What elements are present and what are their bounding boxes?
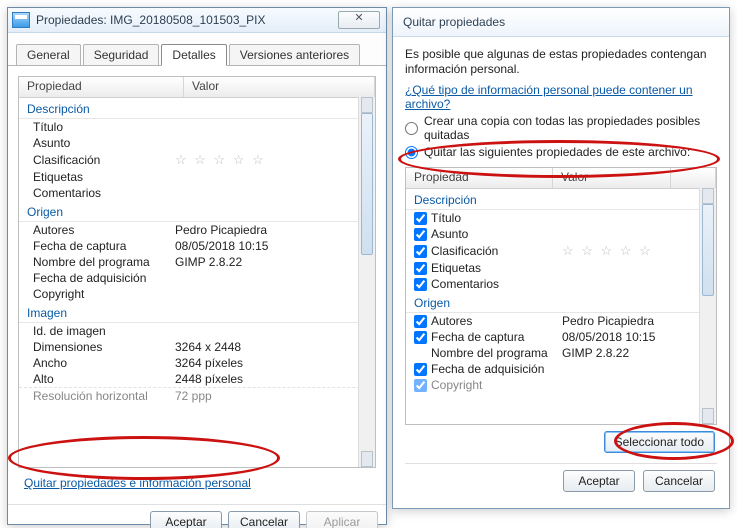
row-copyright[interactable]: Copyright (406, 377, 716, 393)
checkbox-authors[interactable] (414, 315, 427, 328)
checkbox-comments[interactable] (414, 278, 427, 291)
scroll-thumb[interactable] (702, 204, 714, 296)
remove-list: Propiedad Valor Descripción Título Asunt… (405, 167, 717, 425)
row-program-name[interactable]: Nombre del programaGIMP 2.8.22 (406, 345, 716, 361)
checkbox-tags[interactable] (414, 262, 427, 275)
col-header-extra[interactable] (671, 168, 716, 188)
row-comments[interactable]: Comentarios (406, 276, 716, 292)
row-height[interactable]: Alto2448 píxeles (19, 371, 375, 387)
radio-create-copy[interactable]: Crear una copia con todas las propiedade… (405, 114, 717, 142)
property-list: Propiedad Valor Descripción Título Asunt… (18, 76, 376, 468)
checkbox-subject[interactable] (414, 228, 427, 241)
list-rows[interactable]: Descripción Título Asunto Clasificación☆… (19, 98, 375, 468)
group-origin: Origen (19, 201, 375, 222)
group-description: Descripción (19, 98, 375, 119)
col-header-property[interactable]: Propiedad (406, 168, 553, 188)
row-title[interactable]: Título (19, 119, 375, 135)
cancel-button[interactable]: Cancelar (643, 470, 715, 492)
row-rating[interactable]: Clasificación☆ ☆ ☆ ☆ ☆ (406, 242, 716, 260)
help-link[interactable]: ¿Qué tipo de información personal puede … (405, 83, 693, 111)
col-header-property[interactable]: Propiedad (19, 77, 184, 97)
scrollbar[interactable] (358, 97, 375, 467)
list-rows[interactable]: Descripción Título Asunto Clasificación☆… (406, 189, 716, 425)
row-rating[interactable]: Clasificación☆ ☆ ☆ ☆ ☆ (19, 151, 375, 169)
remove-props-link-row: Quitar propiedades e información persona… (18, 468, 376, 494)
window-title: Propiedades: IMG_20180508_101503_PIX (36, 13, 338, 27)
dialog-buttons: Aceptar Cancelar Aplicar (8, 504, 386, 528)
col-header-value[interactable]: Valor (553, 168, 671, 188)
row-capture-date[interactable]: Fecha de captura08/05/2018 10:15 (19, 238, 375, 254)
checkbox-rating[interactable] (414, 245, 427, 258)
checkbox-copyright[interactable] (414, 379, 427, 392)
radio-create-copy-label: Crear una copia con todas las propiedade… (424, 114, 717, 142)
tab-details[interactable]: Detalles (161, 44, 226, 66)
rating-stars-icon[interactable]: ☆ ☆ ☆ ☆ ☆ (167, 152, 375, 168)
row-authors[interactable]: AutoresPedro Picapiedra (406, 313, 716, 329)
list-header: Propiedad Valor (19, 77, 375, 98)
tab-general[interactable]: General (16, 44, 81, 65)
row-title[interactable]: Título (406, 210, 716, 226)
tab-versions[interactable]: Versiones anteriores (229, 44, 360, 65)
row-program-name[interactable]: Nombre del programaGIMP 2.8.22 (19, 254, 375, 270)
apply-button: Aplicar (306, 511, 378, 528)
group-description: Descripción (406, 189, 716, 210)
row-comments[interactable]: Comentarios (19, 185, 375, 201)
row-capture-date[interactable]: Fecha de captura08/05/2018 10:15 (406, 329, 716, 345)
window-icon (12, 12, 30, 28)
row-copyright[interactable]: Copyright (19, 286, 375, 302)
info-text: Es posible que algunas de estas propieda… (405, 47, 717, 77)
cancel-button[interactable]: Cancelar (228, 511, 300, 528)
row-subject[interactable]: Asunto (406, 226, 716, 242)
col-header-value[interactable]: Valor (184, 77, 375, 97)
row-hres[interactable]: Resolución horizontal72 ppp (19, 387, 375, 404)
dialog-buttons: Aceptar Cancelar (405, 463, 717, 492)
scrollbar[interactable] (699, 188, 716, 424)
row-image-id[interactable]: Id. de imagen (19, 323, 375, 339)
ok-button[interactable]: Aceptar (563, 470, 635, 492)
row-tags[interactable]: Etiquetas (406, 260, 716, 276)
checkbox-capture[interactable] (414, 331, 427, 344)
tab-body: Propiedad Valor Descripción Título Asunt… (8, 66, 386, 500)
titlebar[interactable]: Quitar propiedades (393, 8, 729, 37)
titlebar[interactable]: Propiedades: IMG_20180508_101503_PIX ✕ (8, 8, 386, 33)
radio-remove-selected[interactable]: Quitar las siguientes propiedades de est… (405, 145, 717, 159)
remove-properties-link[interactable]: Quitar propiedades e información persona… (24, 476, 251, 490)
properties-window: Propiedades: IMG_20180508_101503_PIX ✕ G… (7, 7, 387, 525)
remove-properties-window: Quitar propiedades Es posible que alguna… (392, 7, 730, 509)
group-image: Imagen (19, 302, 375, 323)
row-subject[interactable]: Asunto (19, 135, 375, 151)
ok-button[interactable]: Aceptar (150, 511, 222, 528)
row-acquired-date[interactable]: Fecha de adquisición (19, 270, 375, 286)
select-all-row: Seleccionar todo (405, 425, 717, 459)
row-tags[interactable]: Etiquetas (19, 169, 375, 185)
radio-remove-selected-input[interactable] (405, 146, 418, 159)
row-dimensions[interactable]: Dimensiones3264 x 2448 (19, 339, 375, 355)
scroll-thumb[interactable] (361, 113, 373, 255)
tab-security[interactable]: Seguridad (83, 44, 160, 65)
close-button[interactable]: ✕ (338, 11, 380, 29)
checkbox-title[interactable] (414, 212, 427, 225)
radio-remove-selected-label: Quitar las siguientes propiedades de est… (424, 145, 690, 159)
list-header: Propiedad Valor (406, 168, 716, 189)
select-all-button[interactable]: Seleccionar todo (604, 431, 715, 453)
dialog-body: Es posible que algunas de estas propieda… (393, 37, 729, 500)
checkbox-acquired[interactable] (414, 363, 427, 376)
row-authors[interactable]: AutoresPedro Picapiedra (19, 222, 375, 238)
tab-strip: General Seguridad Detalles Versiones ant… (8, 33, 386, 66)
radio-create-copy-input[interactable] (405, 122, 418, 135)
window-title: Quitar propiedades (397, 15, 725, 29)
row-width[interactable]: Ancho3264 píxeles (19, 355, 375, 371)
row-acquired-date[interactable]: Fecha de adquisición (406, 361, 716, 377)
group-origin: Origen (406, 292, 716, 313)
rating-stars-icon: ☆ ☆ ☆ ☆ ☆ (554, 243, 716, 259)
